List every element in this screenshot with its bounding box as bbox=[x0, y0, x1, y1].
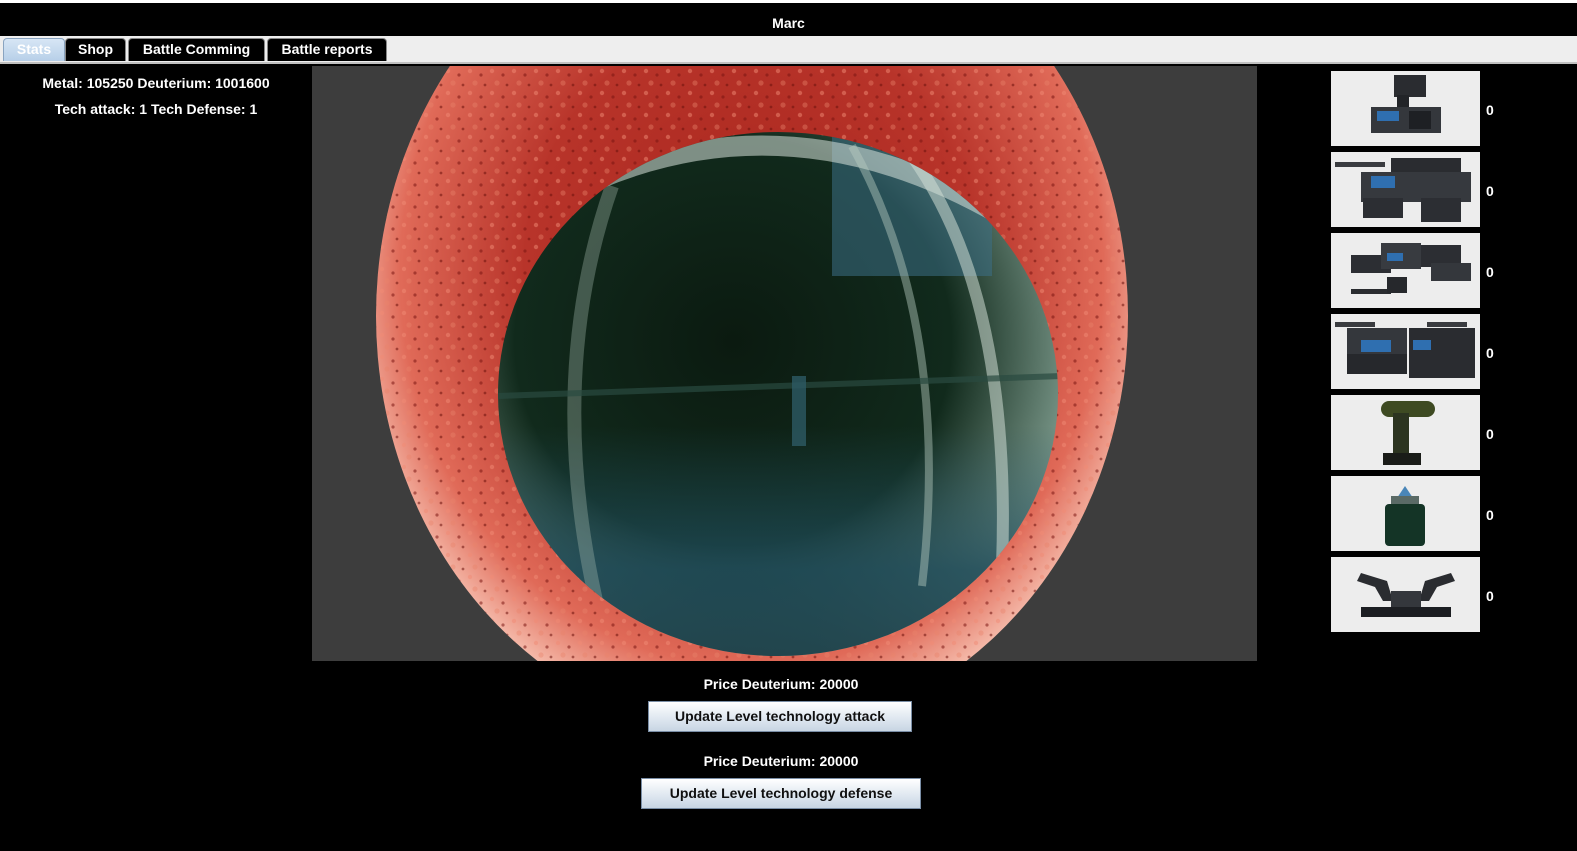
resource-stats-panel: Metal: 105250 Deuterium: 1001600 Tech at… bbox=[0, 72, 312, 124]
tab-stats[interactable]: Stats bbox=[3, 38, 65, 61]
unit-row: 0 bbox=[1331, 557, 1531, 632]
tech-defense-value: Tech Defense: 1 bbox=[150, 101, 258, 117]
cannon-turret-icon[interactable] bbox=[1331, 395, 1480, 470]
battleship-icon[interactable] bbox=[1331, 314, 1480, 389]
unit-count: 0 bbox=[1486, 183, 1494, 199]
upgrade-defense-button[interactable]: Update Level technology defense bbox=[641, 778, 921, 809]
unit-count: 0 bbox=[1486, 102, 1494, 118]
tab-battle-comming[interactable]: Battle Comming bbox=[128, 38, 265, 61]
unit-count: 0 bbox=[1486, 345, 1494, 361]
tab-shop[interactable]: Shop bbox=[65, 38, 126, 61]
light-fighter-ship-icon[interactable] bbox=[1331, 71, 1480, 146]
window-title-bar: Marc bbox=[0, 0, 1577, 36]
unit-count: 0 bbox=[1486, 264, 1494, 280]
metal-value: Metal: 105250 bbox=[42, 75, 134, 91]
unit-row: 0 bbox=[1331, 152, 1531, 227]
unit-row: 0 bbox=[1331, 314, 1531, 389]
unit-row: 0 bbox=[1331, 476, 1531, 551]
deuterium-value: Deuterium: 1001600 bbox=[137, 75, 270, 91]
unit-row: 0 bbox=[1331, 233, 1531, 308]
cruiser-ship-icon[interactable] bbox=[1331, 233, 1480, 308]
planet-3d-viewport[interactable] bbox=[312, 66, 1257, 661]
tab-battle-reports[interactable]: Battle reports bbox=[267, 38, 387, 61]
attack-upgrade-price: Price Deuterium: 20000 bbox=[703, 676, 859, 692]
unit-row: 0 bbox=[1331, 395, 1531, 470]
defense-upgrade-price: Price Deuterium: 20000 bbox=[703, 753, 859, 769]
unit-count: 0 bbox=[1486, 426, 1494, 442]
twin-cannon-defense-icon[interactable] bbox=[1331, 557, 1480, 632]
tech-attack-value: Tech attack: 1 bbox=[54, 101, 148, 117]
resource-line: Metal: 105250 Deuterium: 1001600 bbox=[0, 72, 312, 98]
upgrade-attack-button[interactable]: Update Level technology attack bbox=[648, 701, 912, 732]
heavy-fighter-ship-icon[interactable] bbox=[1331, 152, 1480, 227]
unit-count: 0 bbox=[1486, 588, 1494, 604]
window-title: Marc bbox=[772, 15, 805, 31]
unit-row: 0 bbox=[1331, 71, 1531, 146]
tech-line: Tech attack: 1 Tech Defense: 1 bbox=[0, 98, 312, 124]
tab-strip: Stats Shop Battle Comming Battle reports bbox=[0, 36, 1577, 64]
rocket-launcher-icon[interactable] bbox=[1331, 476, 1480, 551]
planet-scene-render bbox=[376, 66, 1128, 661]
unit-count: 0 bbox=[1486, 507, 1494, 523]
